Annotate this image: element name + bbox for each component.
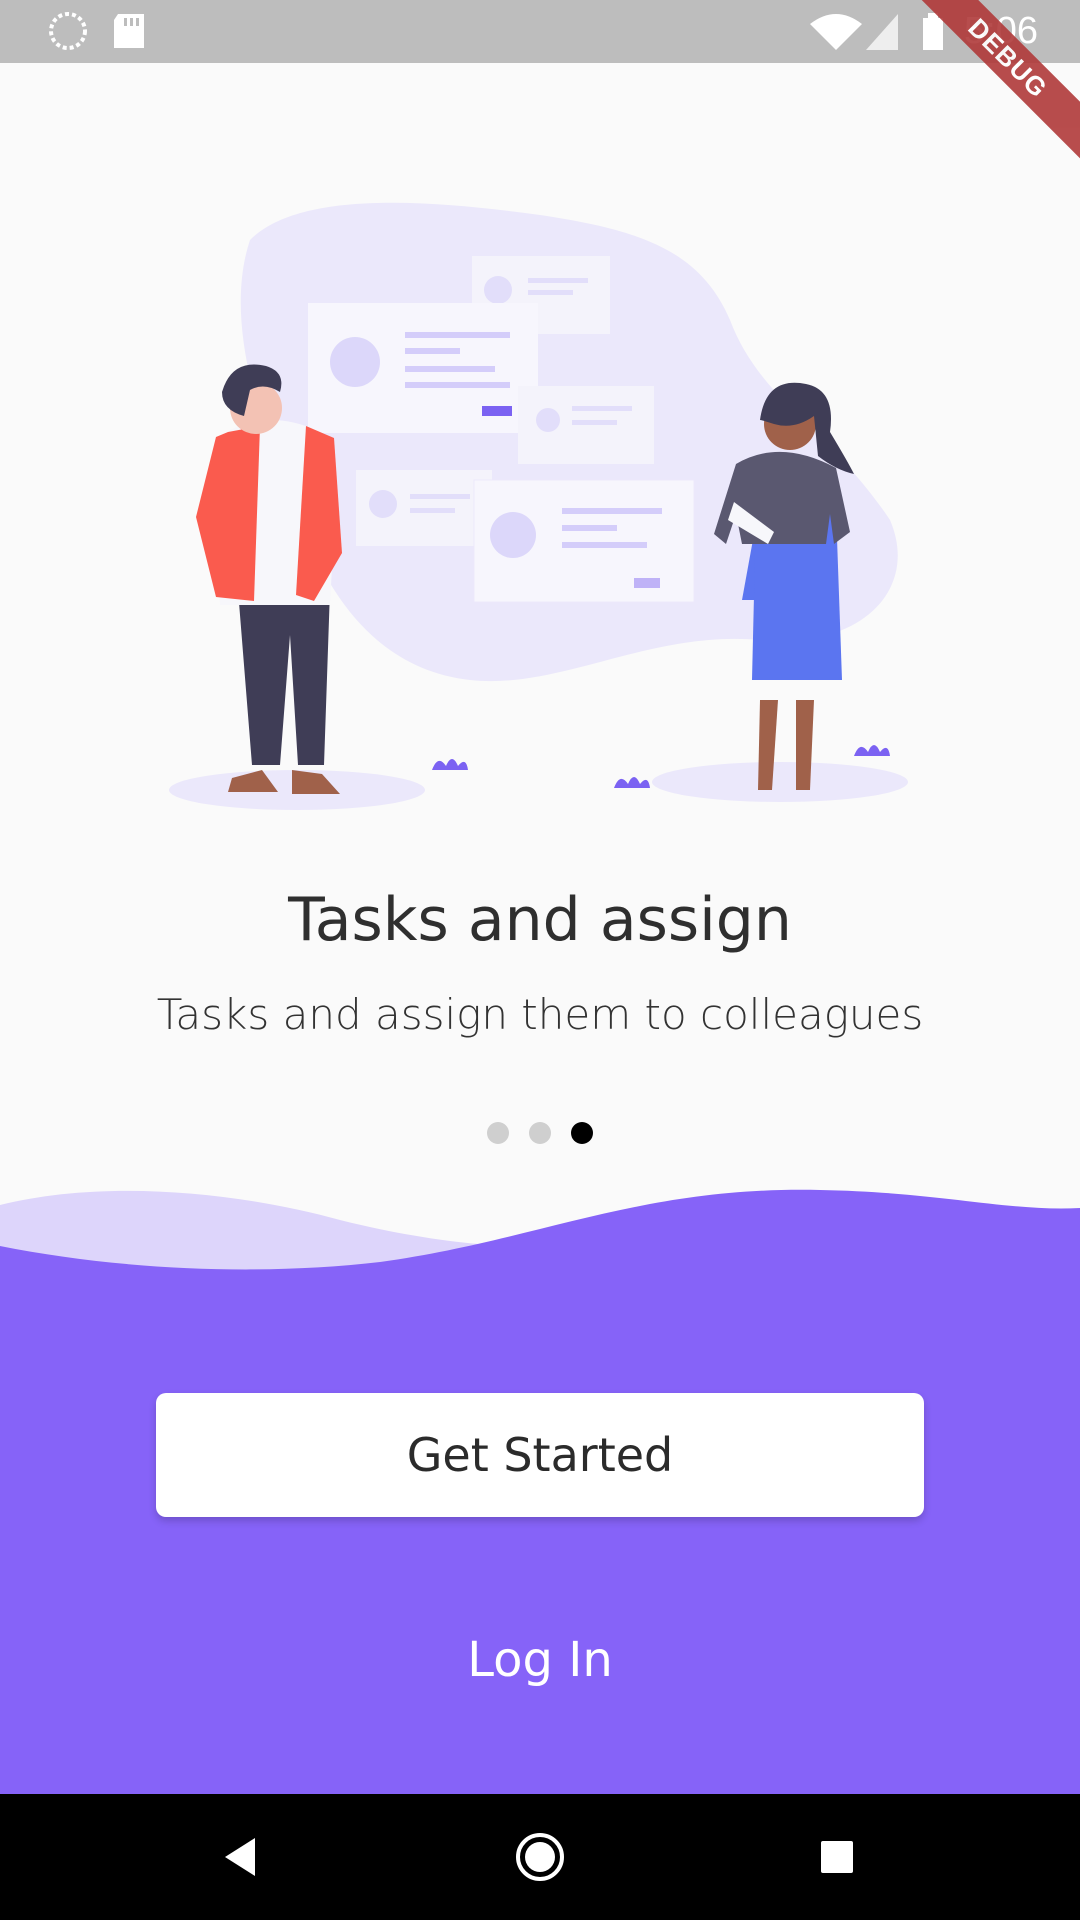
get-started-button[interactable]: Get Started	[156, 1393, 924, 1517]
page-dot-2[interactable]	[529, 1122, 551, 1144]
navigation-bar	[0, 1794, 1080, 1920]
status-bar: 5:06	[0, 0, 1080, 63]
signal-icon	[866, 14, 898, 50]
page-indicator	[0, 1122, 1080, 1149]
loading-icon	[49, 12, 87, 50]
status-icons	[49, 12, 943, 50]
page-dot-1[interactable]	[487, 1122, 509, 1144]
recents-icon[interactable]	[802, 1822, 872, 1892]
onboarding-title: Tasks and assign	[288, 885, 792, 955]
sd-card-icon	[114, 14, 144, 48]
home-icon[interactable]	[505, 1822, 575, 1892]
onboarding-illustration	[169, 202, 908, 810]
page-dot-3[interactable]	[571, 1122, 593, 1144]
onboarding-subtitle: Tasks and assign them to colleagues	[156, 990, 924, 1039]
log-in-button[interactable]: Log In	[340, 1620, 740, 1700]
back-icon[interactable]	[205, 1822, 275, 1892]
wifi-icon	[810, 14, 862, 50]
